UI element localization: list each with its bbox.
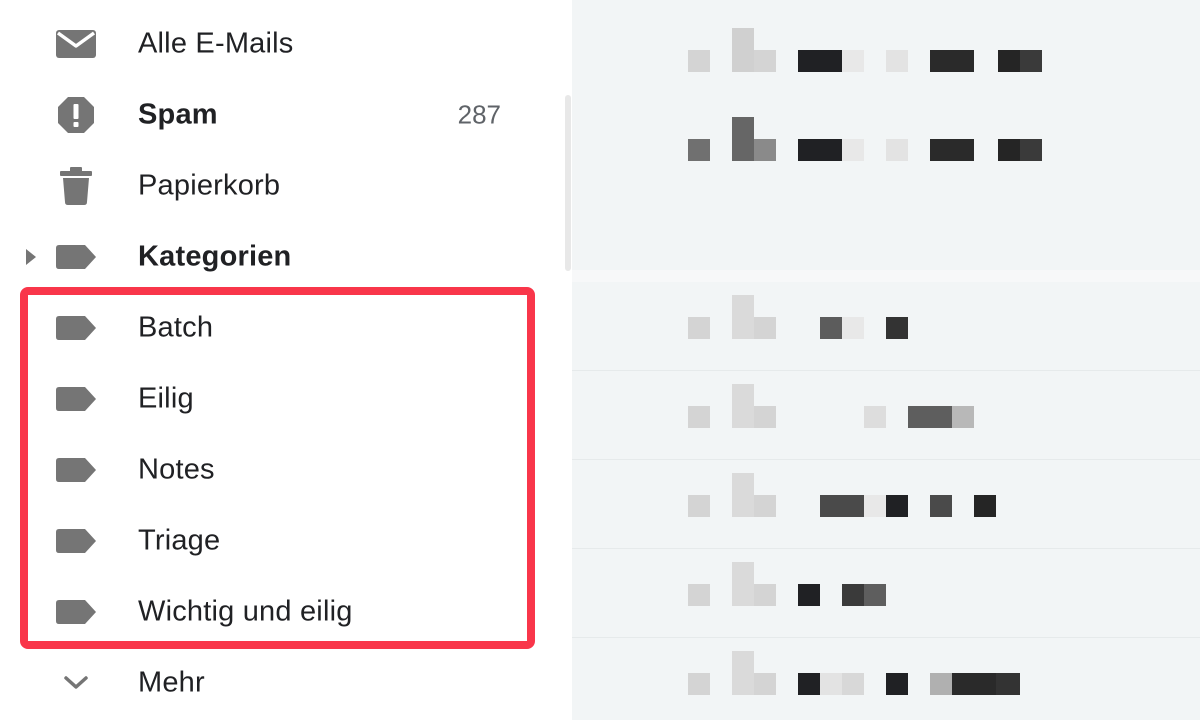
spam-icon (55, 95, 97, 135)
email-row[interactable] (572, 16, 1200, 105)
trash-icon (55, 166, 97, 206)
section-divider (572, 270, 1200, 282)
email-row[interactable] (572, 638, 1200, 727)
email-row[interactable] (572, 282, 1200, 371)
chevron-down-icon (55, 663, 97, 703)
label-icon (55, 521, 97, 561)
email-row[interactable] (572, 371, 1200, 460)
sidebar-item-notes[interactable]: Notes (0, 434, 564, 505)
sidebar-more-button[interactable]: Mehr (0, 647, 564, 718)
sidebar-item-triage[interactable]: Triage (0, 505, 564, 576)
sidebar-item-label: Batch (138, 311, 214, 343)
email-row[interactable] (572, 105, 1200, 194)
label-icon (55, 379, 97, 419)
sidebar-item-trash[interactable]: Papierkorb (0, 150, 564, 221)
email-row[interactable] (572, 460, 1200, 549)
sidebar-item-label: Kategorien (138, 240, 292, 272)
sidebar-item-label: Wichtig und eilig (138, 595, 353, 627)
unread-count: 287 (457, 99, 501, 129)
sidebar-item-label: Triage (138, 524, 221, 556)
sidebar-item-label: Alle E-Mails (138, 27, 294, 59)
email-row[interactable] (572, 549, 1200, 638)
sidebar-item-all-mail[interactable]: Alle E-Mails (0, 8, 564, 79)
sidebar-item-label: Papierkorb (138, 169, 281, 201)
label-icon (55, 450, 97, 490)
sidebar: Alle E-Mails Spam 287 Papierkorb Kategor… (0, 0, 571, 720)
sidebar-item-label: Eilig (138, 382, 194, 414)
sidebar-item-label: Notes (138, 453, 215, 485)
mail-icon (55, 24, 97, 64)
sidebar-item-batch[interactable]: Batch (0, 292, 564, 363)
label-icon (55, 237, 97, 277)
sidebar-item-label: Spam (138, 98, 218, 130)
expand-arrow-icon[interactable] (23, 246, 39, 268)
sidebar-item-wichtig-und-eilig[interactable]: Wichtig und eilig (0, 576, 564, 647)
sidebar-item-categories[interactable]: Kategorien (0, 221, 564, 292)
label-icon (55, 308, 97, 348)
sidebar-item-spam[interactable]: Spam 287 (0, 79, 564, 150)
email-list (572, 0, 1200, 720)
sidebar-scrollbar[interactable] (565, 95, 571, 271)
sidebar-item-eilig[interactable]: Eilig (0, 363, 564, 434)
sidebar-item-label: Mehr (138, 666, 205, 698)
label-icon (55, 592, 97, 632)
